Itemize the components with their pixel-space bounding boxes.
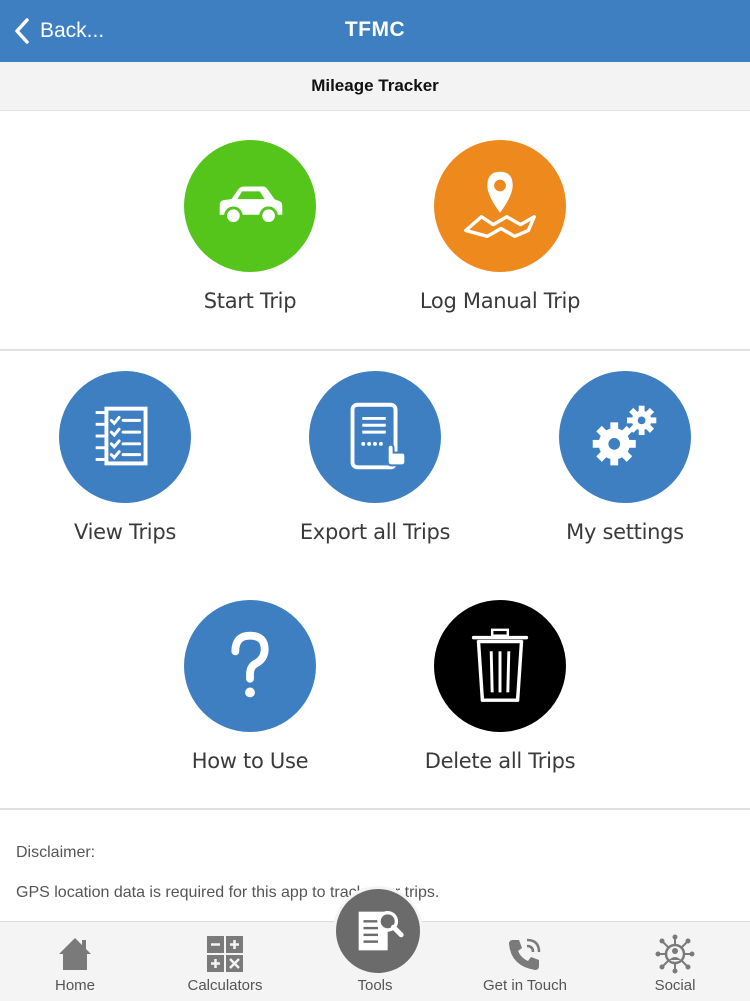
tab-social[interactable]: Social <box>600 922 750 1001</box>
export-all-trips-label: Export all Trips <box>299 520 451 544</box>
my-settings-label: My settings <box>566 520 684 544</box>
question-icon <box>231 631 269 698</box>
tab-calculators[interactable]: Calculators <box>150 922 300 1001</box>
top-navbar: Back... TFMC <box>0 0 750 62</box>
disclaimer-heading: Disclaimer: <box>16 844 96 861</box>
tab-home-label: Home <box>54 977 95 994</box>
checklist-icon <box>95 406 148 466</box>
view-trips-button[interactable]: View Trips <box>35 371 215 544</box>
trash-icon <box>471 628 529 702</box>
how-to-use-label: How to Use <box>191 749 309 773</box>
calculator-icon <box>207 936 243 972</box>
log-manual-trip-button[interactable]: Log Manual Trip <box>410 140 590 313</box>
tab-tools-label: Tools <box>357 977 393 994</box>
page-title: Mileage Tracker <box>0 62 750 111</box>
how-to-use-circle <box>184 600 316 732</box>
tab-calculators-label: Calculators <box>187 977 263 994</box>
view-trips-circle <box>59 371 191 503</box>
export-all-trips-circle <box>309 371 441 503</box>
section-divider <box>0 349 750 351</box>
how-to-use-button[interactable]: How to Use <box>160 600 340 773</box>
log-manual-trip-label: Log Manual Trip <box>419 289 581 313</box>
phone-icon <box>509 938 541 970</box>
delete-all-trips-circle <box>434 600 566 732</box>
document-search-icon <box>358 910 404 951</box>
tab-social-label: Social <box>654 977 696 994</box>
start-trip-label: Start Trip <box>203 289 297 313</box>
tab-get-in-touch-label: Get in Touch <box>483 977 567 994</box>
house-icon <box>59 938 91 970</box>
tools-bubble-button[interactable] <box>333 886 423 976</box>
export-all-trips-button[interactable]: Export all Trips <box>285 371 465 544</box>
my-settings-button[interactable]: My settings <box>535 371 715 544</box>
gears-icon <box>592 405 657 466</box>
people-network-icon <box>655 934 695 974</box>
delete-all-trips-label: Delete all Trips <box>424 749 576 773</box>
tablet-tap-icon <box>350 402 407 470</box>
my-settings-circle <box>559 371 691 503</box>
app-title: TFMC <box>344 18 406 41</box>
map-pin-icon <box>464 171 536 239</box>
car-icon <box>219 186 283 226</box>
section-divider <box>0 808 750 810</box>
view-trips-label: View Trips <box>74 520 176 544</box>
start-trip-circle <box>184 140 316 272</box>
tab-get-in-touch[interactable]: Get in Touch <box>450 922 600 1001</box>
start-trip-button[interactable]: Start Trip <box>160 140 340 313</box>
log-manual-trip-circle <box>434 140 566 272</box>
delete-all-trips-button[interactable]: Delete all Trips <box>410 600 590 773</box>
tab-home[interactable]: Home <box>0 922 150 1001</box>
